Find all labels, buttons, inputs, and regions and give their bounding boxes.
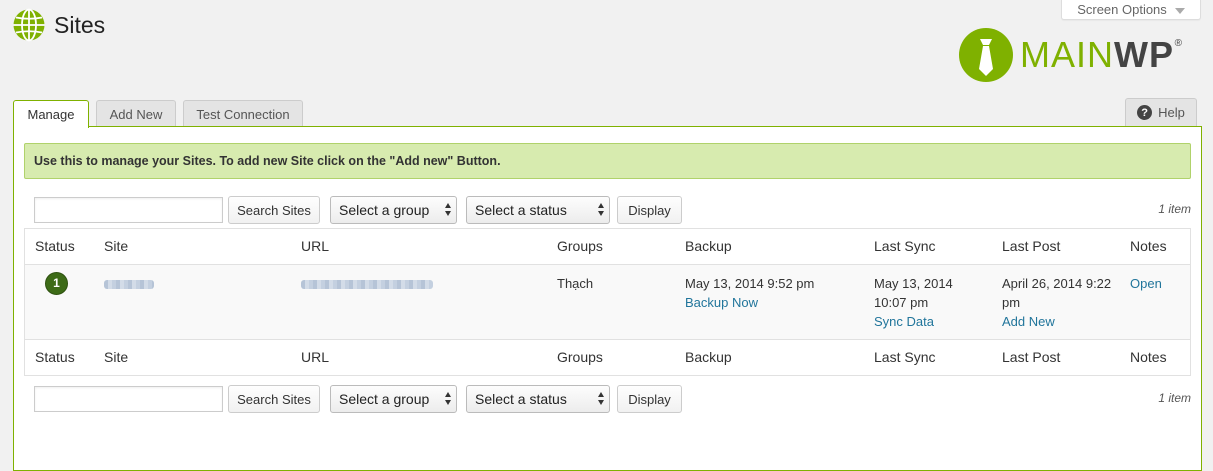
logo-main-text: MAIN [1020,34,1114,75]
backup-cell: May 13, 2014 9:52 pm Backup Now [685,274,814,312]
status-badge[interactable]: 1 [45,272,68,295]
column-last-sync[interactable]: Last Sync [874,348,935,367]
table-header: Status Site URL Groups Backup Last Sync … [25,229,1190,264]
open-notes-link[interactable]: Open [1130,274,1162,293]
page-header: Sites [12,8,105,42]
backup-date: May 13, 2014 9:52 pm [685,276,815,291]
column-url[interactable]: URL [301,237,329,256]
help-label: Help [1158,105,1185,120]
status-cell: 1 [35,272,68,295]
table-row: 1 Thạch May 13, 2014 9:52 pm Backup Now … [25,264,1190,340]
status-select[interactable]: Select a status [466,196,610,224]
help-button[interactable]: ? Help [1125,98,1197,126]
site-name-link[interactable] [104,280,154,289]
column-notes[interactable]: Notes [1130,237,1167,256]
column-status[interactable]: Status [35,348,75,367]
tab-test-connection[interactable]: Test Connection [183,100,303,127]
logo-text: MAINWP ® [1020,34,1182,75]
last-post-cell: April 26, 2014 9:22 pm Add New [1002,274,1122,331]
last-post-date: April 26, 2014 9:22 pm [1002,276,1112,310]
display-button[interactable]: Display [617,196,682,224]
top-controls: Search Sites Select a group Select a sta… [34,196,1191,224]
mainwp-logo: MAINWP ® [958,26,1182,84]
column-url[interactable]: URL [301,348,329,367]
screen-options-label: Screen Options [1077,2,1167,17]
site-url-link[interactable] [301,280,433,289]
status-select[interactable]: Select a status [466,385,610,413]
url-cell [301,274,433,289]
sites-table: Status Site URL Groups Backup Last Sync … [24,228,1191,376]
table-footer: Status Site URL Groups Backup Last Sync … [25,340,1190,375]
registered-mark: ® [1174,38,1183,49]
search-input[interactable] [34,197,223,223]
column-backup[interactable]: Backup [685,348,732,367]
screen-options-button[interactable]: Screen Options [1061,0,1201,20]
status-select-value: Select a status [475,202,567,218]
last-sync-cell: May 13, 2014 10:07 pm Sync Data [874,274,970,331]
groups-cell: Thạch [557,276,594,291]
item-count: 1 item [1158,202,1191,216]
display-button[interactable]: Display [617,385,682,413]
add-new-post-link[interactable]: Add New [1002,312,1122,331]
globe-icon [13,8,45,42]
group-select-value: Select a group [339,202,430,218]
site-cell [104,274,154,289]
logo-wp-text: WP [1114,34,1174,75]
tie-logo-icon [959,28,1013,82]
bottom-controls: Search Sites Select a group Select a sta… [34,385,1191,413]
tab-label: Manage [27,107,75,122]
group-select[interactable]: Select a group [330,385,457,413]
search-input[interactable] [34,386,223,412]
page-title: Sites [54,11,106,38]
column-backup[interactable]: Backup [685,237,732,256]
item-count: 1 item [1158,391,1191,405]
select-arrows-icon [598,203,604,216]
search-sites-button[interactable]: Search Sites [228,196,320,224]
sync-data-link[interactable]: Sync Data [874,312,970,331]
backup-now-link[interactable]: Backup Now [685,293,814,312]
select-arrows-icon [445,203,451,216]
column-notes[interactable]: Notes [1130,348,1167,367]
column-site[interactable]: Site [104,348,128,367]
status-select-value: Select a status [475,391,567,407]
group-select-value: Select a group [339,391,430,407]
select-arrows-icon [598,392,604,405]
group-select[interactable]: Select a group [330,196,457,224]
search-sites-button[interactable]: Search Sites [228,385,320,413]
caret-down-icon [1174,7,1185,14]
select-arrows-icon [445,392,451,405]
column-last-post[interactable]: Last Post [1002,348,1122,367]
column-groups[interactable]: Groups [557,348,603,367]
column-groups[interactable]: Groups [557,237,603,256]
question-icon: ? [1137,105,1153,120]
tab-label: Add New [109,106,163,122]
column-last-post[interactable]: Last Post [1002,237,1122,256]
notes-cell: Open [1130,274,1162,293]
column-site[interactable]: Site [104,237,128,256]
column-last-sync[interactable]: Last Sync [874,237,935,256]
tab-label: Test Connection [196,106,290,122]
last-sync-date: May 13, 2014 10:07 pm [874,276,953,310]
tab-add-new[interactable]: Add New [96,100,176,127]
column-status[interactable]: Status [35,237,75,256]
info-notice: Use this to manage your Sites. To add ne… [24,143,1191,179]
manage-panel: Use this to manage your Sites. To add ne… [13,126,1202,471]
tab-manage[interactable]: Manage [13,100,89,128]
